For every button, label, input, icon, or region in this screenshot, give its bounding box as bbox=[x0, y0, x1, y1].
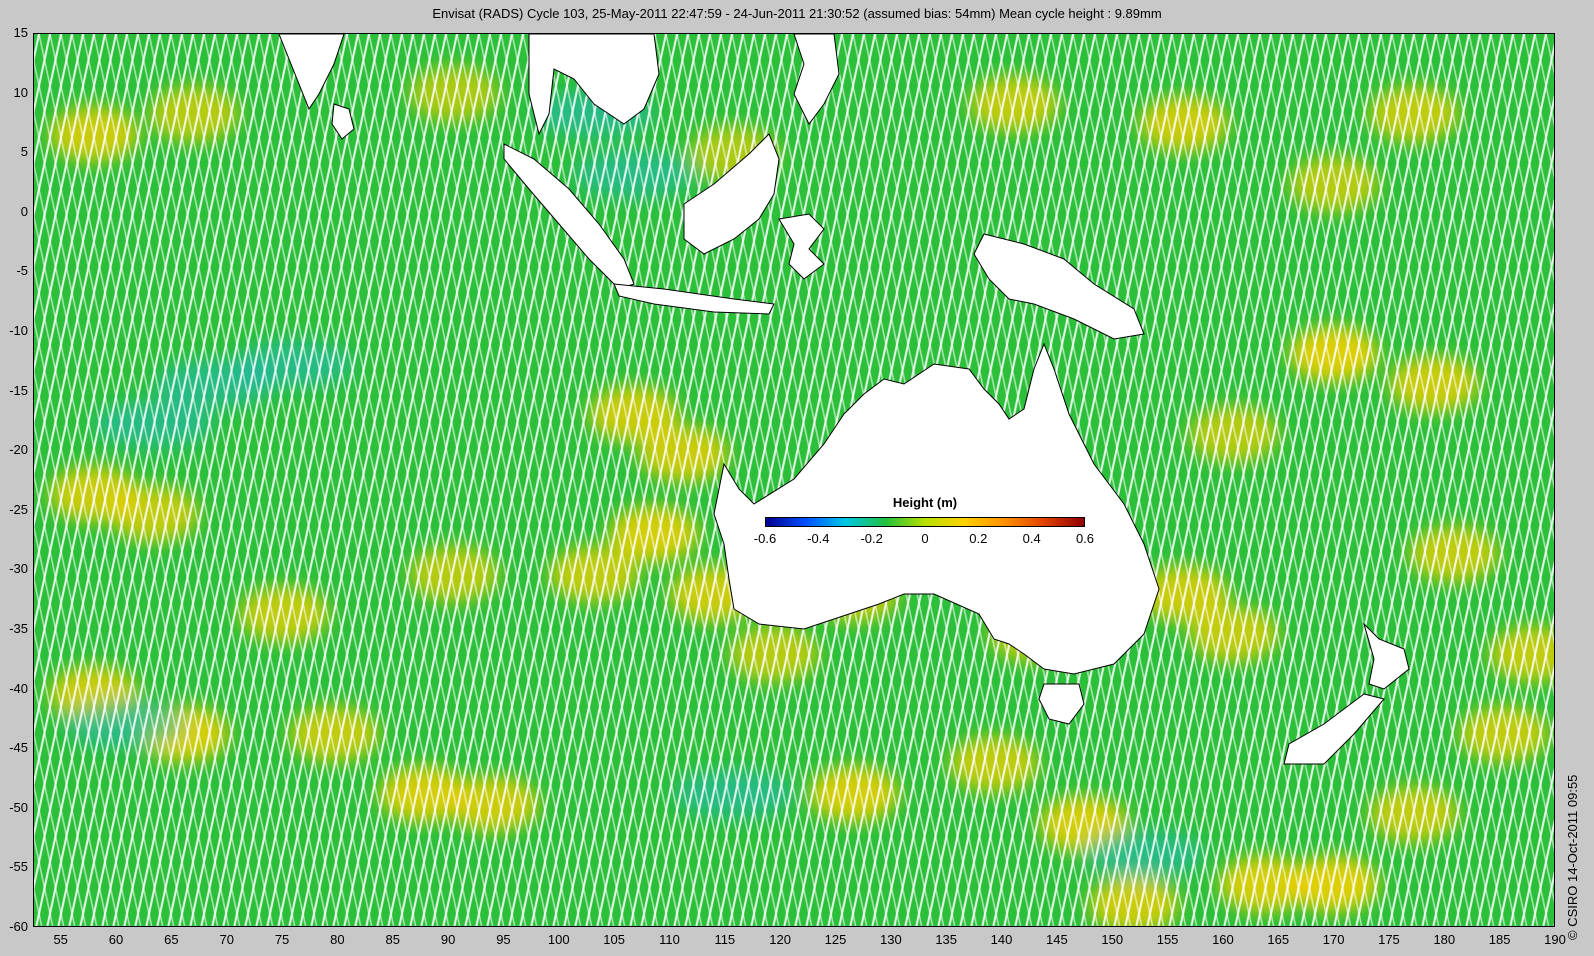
lon-tick-label: 130 bbox=[879, 932, 902, 947]
colorbar-gradient bbox=[765, 517, 1085, 527]
lon-tick-label: 105 bbox=[603, 932, 625, 947]
lon-tick-label: 170 bbox=[1322, 932, 1345, 947]
lon-tick-label: 155 bbox=[1156, 932, 1179, 947]
colorbar-tick-label: 0.6 bbox=[1075, 531, 1095, 546]
lon-tick-label: 90 bbox=[440, 932, 456, 947]
lon-tick-label: 115 bbox=[714, 932, 736, 947]
colorbar-tick-label: -0.4 bbox=[807, 531, 830, 546]
lon-tick-label: 180 bbox=[1433, 932, 1456, 947]
lat-tick-label: -35 bbox=[9, 621, 28, 636]
lat-tick-label: -55 bbox=[9, 859, 28, 875]
lat-tick-label: 0 bbox=[20, 203, 28, 219]
lon-tick-label: 100 bbox=[547, 932, 570, 947]
lat-tick-label: -60 bbox=[9, 919, 28, 934]
lat-tick-label: -10 bbox=[9, 323, 28, 338]
lat-tick-label: -30 bbox=[9, 561, 28, 577]
lon-tick-label: 175 bbox=[1378, 932, 1400, 947]
colorbar-tick-label: 0 bbox=[921, 531, 929, 546]
colorbar-tick-label: -0.2 bbox=[860, 531, 883, 546]
lon-tick-label: 135 bbox=[935, 932, 958, 947]
lat-tick-label: -15 bbox=[9, 382, 28, 398]
copyright-credit: © CSIRO 14-Oct-2011 09:55 bbox=[1565, 774, 1580, 940]
lat-tick-label: -5 bbox=[16, 263, 28, 279]
colorbar: Height (m) -0.6 -0.4 -0.2 0 0.2 0.4 0.6 bbox=[754, 495, 1094, 565]
colorbar-tick-label: 0.4 bbox=[1022, 531, 1041, 546]
lon-tick-label: 165 bbox=[1267, 932, 1290, 947]
colorbar-tick-label: -0.6 bbox=[753, 531, 777, 546]
colorbar-title: Height (m) bbox=[892, 495, 958, 510]
lon-tick-label: 95 bbox=[496, 932, 511, 947]
lat-tick-label: -40 bbox=[9, 680, 28, 696]
lat-tick-label: 10 bbox=[13, 84, 28, 100]
lon-tick-label: 70 bbox=[219, 932, 234, 947]
lon-tick-label: 120 bbox=[769, 932, 791, 947]
lon-tick-label: 80 bbox=[330, 932, 345, 947]
lat-tick-label: 5 bbox=[20, 144, 28, 160]
lat-tick-label: -50 bbox=[9, 799, 28, 815]
lon-tick-label: 150 bbox=[1101, 932, 1124, 947]
lat-tick-label: -25 bbox=[9, 501, 28, 517]
lat-tick-label: -20 bbox=[9, 442, 28, 458]
lon-tick-label: 110 bbox=[659, 932, 680, 947]
sea-level-map bbox=[33, 33, 1555, 927]
lon-tick-label: 145 bbox=[1046, 932, 1068, 947]
lon-tick-label: 75 bbox=[274, 932, 290, 947]
lon-tick-label: 125 bbox=[824, 932, 847, 947]
lon-tick-label: 85 bbox=[385, 932, 400, 947]
map-canvas bbox=[34, 34, 1554, 926]
lat-tick-label: -45 bbox=[9, 740, 28, 756]
lon-tick-label: 140 bbox=[990, 932, 1013, 947]
lat-tick-label: 15 bbox=[13, 25, 28, 40]
lon-tick-label: 55 bbox=[53, 932, 68, 947]
lon-tick-label: 185 bbox=[1488, 932, 1511, 947]
chart-title: Envisat (RADS) Cycle 103, 25-May-2011 22… bbox=[432, 6, 1162, 21]
colorbar-tick-label: 0.2 bbox=[969, 531, 988, 546]
lon-tick-label: 60 bbox=[108, 932, 124, 947]
lon-tick-label: 160 bbox=[1212, 932, 1234, 947]
lon-tick-label: 65 bbox=[164, 932, 179, 947]
